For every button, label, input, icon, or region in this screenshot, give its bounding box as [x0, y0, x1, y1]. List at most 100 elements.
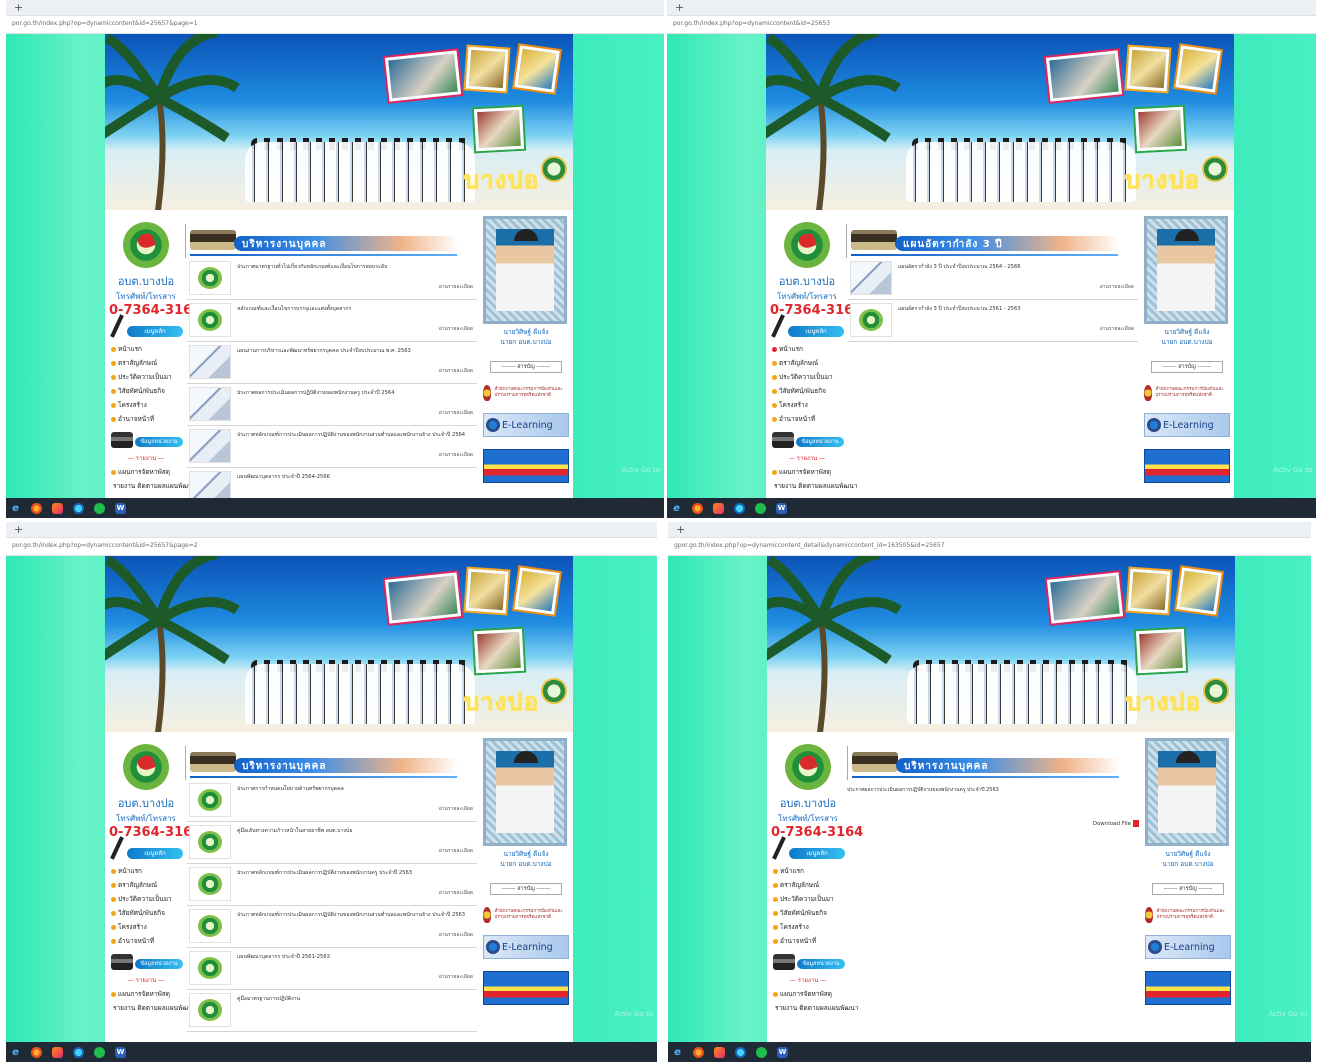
firefox-icon[interactable] — [31, 502, 42, 514]
menu-item-vision[interactable]: วิสัยทัศน์/พันธกิจ — [111, 386, 183, 396]
app-icon[interactable] — [52, 502, 63, 514]
firefox-icon[interactable] — [693, 1046, 704, 1058]
contents-select[interactable]: ------- สารบัญ ------- — [1151, 361, 1223, 373]
menu-item-history[interactable]: ประวัติความเป็นมา — [773, 894, 845, 904]
address-bar[interactable]: por.go.th/index.php?op=dynamiccontent&id… — [6, 538, 657, 556]
list-item-title[interactable]: แผนพัฒนาบุคลากร ประจำปี 2561-2563 — [237, 954, 475, 961]
ie-icon[interactable]: e — [671, 503, 682, 514]
read-more-link[interactable]: อ่านรายละเอียด — [439, 283, 473, 291]
address-bar[interactable]: por.go.th/index.php?op=dynamiccontent&id… — [667, 16, 1316, 34]
ie-icon[interactable]: e — [672, 1047, 683, 1058]
read-more-link[interactable]: อ่านรายละเอียด — [439, 805, 473, 813]
list-item-title[interactable]: แผนงานการบริหารและพัฒนาทรัพยากรบุคคล ประ… — [237, 348, 475, 355]
read-more-link[interactable]: อ่านรายละเอียด — [1100, 325, 1134, 333]
contents-select[interactable]: ------- สารบัญ ------- — [490, 883, 562, 895]
edge-icon[interactable] — [73, 502, 84, 514]
menu-item-procurement[interactable]: แผนการจัดหาพัสดุ — [111, 989, 183, 999]
menu-item-duties[interactable]: อำนาจหน้าที่ — [772, 414, 844, 424]
read-more-link[interactable]: อ่านรายละเอียด — [439, 367, 473, 375]
promo-banner[interactable] — [483, 971, 569, 1005]
line-icon[interactable] — [755, 502, 766, 514]
list-item[interactable]: ประกาศหลักเกณฑ์การประเมินผลการปฏิบัติงาน… — [187, 426, 477, 468]
edge-icon[interactable] — [73, 1046, 84, 1058]
menu-item-home[interactable]: หน้าแรก — [111, 866, 183, 876]
contents-select[interactable]: ------- สารบัญ ------- — [490, 361, 562, 373]
elearning-banner[interactable]: E-Learning — [1145, 935, 1231, 959]
elearning-banner[interactable]: E-Learning — [483, 935, 569, 959]
address-bar[interactable]: por.go.th/index.php?op=dynamiccontent&id… — [6, 16, 664, 34]
firefox-icon[interactable] — [692, 502, 703, 514]
read-more-link[interactable]: อ่านรายละเอียด — [1100, 283, 1134, 291]
menu-item-procurement[interactable]: แผนการจัดหาพัสดุ — [772, 467, 844, 477]
line-icon[interactable] — [756, 1046, 767, 1058]
menu-item-structure[interactable]: โครงสร้าง — [773, 922, 845, 932]
read-more-link[interactable]: อ่านรายละเอียด — [439, 973, 473, 981]
firefox-icon[interactable] — [31, 1046, 42, 1058]
app-icon[interactable] — [714, 1046, 725, 1058]
menu-item-emblem[interactable]: ตราสัญลักษณ์ — [772, 358, 844, 368]
menu-item-structure[interactable]: โครงสร้าง — [772, 400, 844, 410]
menu-item-emblem[interactable]: ตราสัญลักษณ์ — [111, 880, 183, 890]
list-item-title[interactable]: คู่มือมาตรฐานการปฏิบัติงาน — [237, 996, 475, 1003]
menu-item-history[interactable]: ประวัติความเป็นมา — [111, 372, 183, 382]
edge-icon[interactable] — [734, 502, 745, 514]
read-more-link[interactable]: อ่านรายละเอียด — [439, 325, 473, 333]
read-more-link[interactable]: อ่านรายละเอียด — [439, 409, 473, 417]
app-icon[interactable] — [52, 1046, 63, 1058]
list-item[interactable]: หลักเกณฑ์และเงื่อนไขการบรรจุและแต่งตั้งบ… — [187, 300, 477, 342]
agency-link[interactable]: สำนักงานคณะกรรมการป้องกันและปราบปรามการท… — [483, 385, 569, 401]
list-item[interactable]: คู่มือเส้นทางความก้าวหน้าในสายอาชีพ อบต.… — [187, 822, 477, 864]
contents-select[interactable]: ------- สารบัญ ------- — [1152, 883, 1224, 895]
read-more-link[interactable]: อ่านรายละเอียด — [439, 889, 473, 897]
new-tab-button[interactable]: + — [676, 523, 685, 536]
menu-item-report[interactable]: รายงาน ติดตามผลแผนพัฒนา — [773, 1003, 858, 1013]
list-item[interactable]: ประกาศมาตรฐานทั่วไปเกี่ยวกับหลักเกณฑ์และ… — [187, 258, 477, 300]
promo-banner[interactable] — [483, 449, 569, 483]
menu-item-structure[interactable]: โครงสร้าง — [111, 400, 183, 410]
new-tab-button[interactable]: + — [14, 1, 23, 14]
menu-item-home[interactable]: หน้าแรก — [773, 866, 845, 876]
promo-banner[interactable] — [1145, 971, 1231, 1005]
read-more-link[interactable]: อ่านรายละเอียด — [439, 931, 473, 939]
promo-banner[interactable] — [1144, 449, 1230, 483]
menu-item-report[interactable]: รายงาน ติดตามผลแผนพัฒนา — [111, 1003, 196, 1013]
menu-item-emblem[interactable]: ตราสัญลักษณ์ — [111, 358, 183, 368]
elearning-banner[interactable]: E-Learning — [1144, 413, 1230, 437]
list-item-title[interactable]: ประกาศมาตรฐานทั่วไปเกี่ยวกับหลักเกณฑ์และ… — [237, 264, 475, 271]
list-item[interactable]: แผนพัฒนาบุคลากร ประจำปี 2564-2566 — [187, 468, 477, 498]
menu-item-procurement[interactable]: แผนการจัดหาพัสดุ — [773, 989, 845, 999]
menu-item-history[interactable]: ประวัติความเป็นมา — [772, 372, 844, 382]
new-tab-button[interactable]: + — [14, 523, 23, 536]
list-item-title[interactable]: แผนอัตรากำลัง 3 ปี ประจำปีงบประมาณ 2564 … — [898, 264, 1136, 271]
list-item-title[interactable]: แผนพัฒนาบุคลากร ประจำปี 2564-2566 — [237, 474, 475, 481]
agency-link[interactable]: สำนักงานคณะกรรมการป้องกันและปราบปรามการท… — [1144, 385, 1230, 401]
menu-item-structure[interactable]: โครงสร้าง — [111, 922, 183, 932]
list-item[interactable]: แผนอัตรากำลัง 3 ปี ประจำปีงบประมาณ 2564 … — [848, 258, 1138, 300]
agency-link[interactable]: สำนักงานคณะกรรมการป้องกันและปราบปรามการท… — [483, 907, 569, 923]
address-bar[interactable]: gpor.go.th/index.php?op=dynamiccontent_d… — [668, 538, 1311, 556]
elearning-banner[interactable]: E-Learning — [483, 413, 569, 437]
menu-item-vision[interactable]: วิสัยทัศน์/พันธกิจ — [111, 908, 183, 918]
word-icon[interactable]: W — [115, 502, 126, 514]
list-item-title[interactable]: ประกาศผลการประเมินผลการปฏิบัติงานของพนัก… — [237, 390, 475, 397]
word-icon[interactable]: W — [115, 1046, 126, 1058]
list-item[interactable]: แผนอัตรากำลัง 3 ปี ประจำปีงบประมาณ 2561 … — [848, 300, 1138, 342]
list-item[interactable]: ประกาศการกำหนดนโยบายด้านทรัพยากรบุคคลอ่า… — [187, 780, 477, 822]
menu-item-duties[interactable]: อำนาจหน้าที่ — [773, 936, 845, 946]
line-icon[interactable] — [94, 1046, 105, 1058]
menu-item-vision[interactable]: วิสัยทัศน์/พันธกิจ — [773, 908, 845, 918]
word-icon[interactable]: W — [776, 502, 787, 514]
list-item-title[interactable]: ประกาศหลักเกณฑ์การประเมินผลการปฏิบัติงาน… — [237, 432, 475, 439]
menu-item-emblem[interactable]: ตราสัญลักษณ์ — [773, 880, 845, 890]
menu-item-report[interactable]: รายงาน ติดตามผลแผนพัฒนา — [772, 481, 857, 491]
word-icon[interactable]: W — [777, 1046, 788, 1058]
line-icon[interactable] — [94, 502, 105, 514]
list-item-title[interactable]: ประกาศการกำหนดนโยบายด้านทรัพยากรบุคคล — [237, 786, 475, 793]
app-icon[interactable] — [713, 502, 724, 514]
menu-item-duties[interactable]: อำนาจหน้าที่ — [111, 414, 183, 424]
edge-icon[interactable] — [735, 1046, 746, 1058]
ie-icon[interactable]: e — [10, 1047, 21, 1058]
read-more-link[interactable]: อ่านรายละเอียด — [439, 451, 473, 459]
list-item-title[interactable]: ประกาศหลักเกณฑ์การประเมินผลการปฏิบัติงาน… — [237, 870, 475, 877]
list-item-title[interactable]: คู่มือเส้นทางความก้าวหน้าในสายอาชีพ อบต.… — [237, 828, 475, 835]
